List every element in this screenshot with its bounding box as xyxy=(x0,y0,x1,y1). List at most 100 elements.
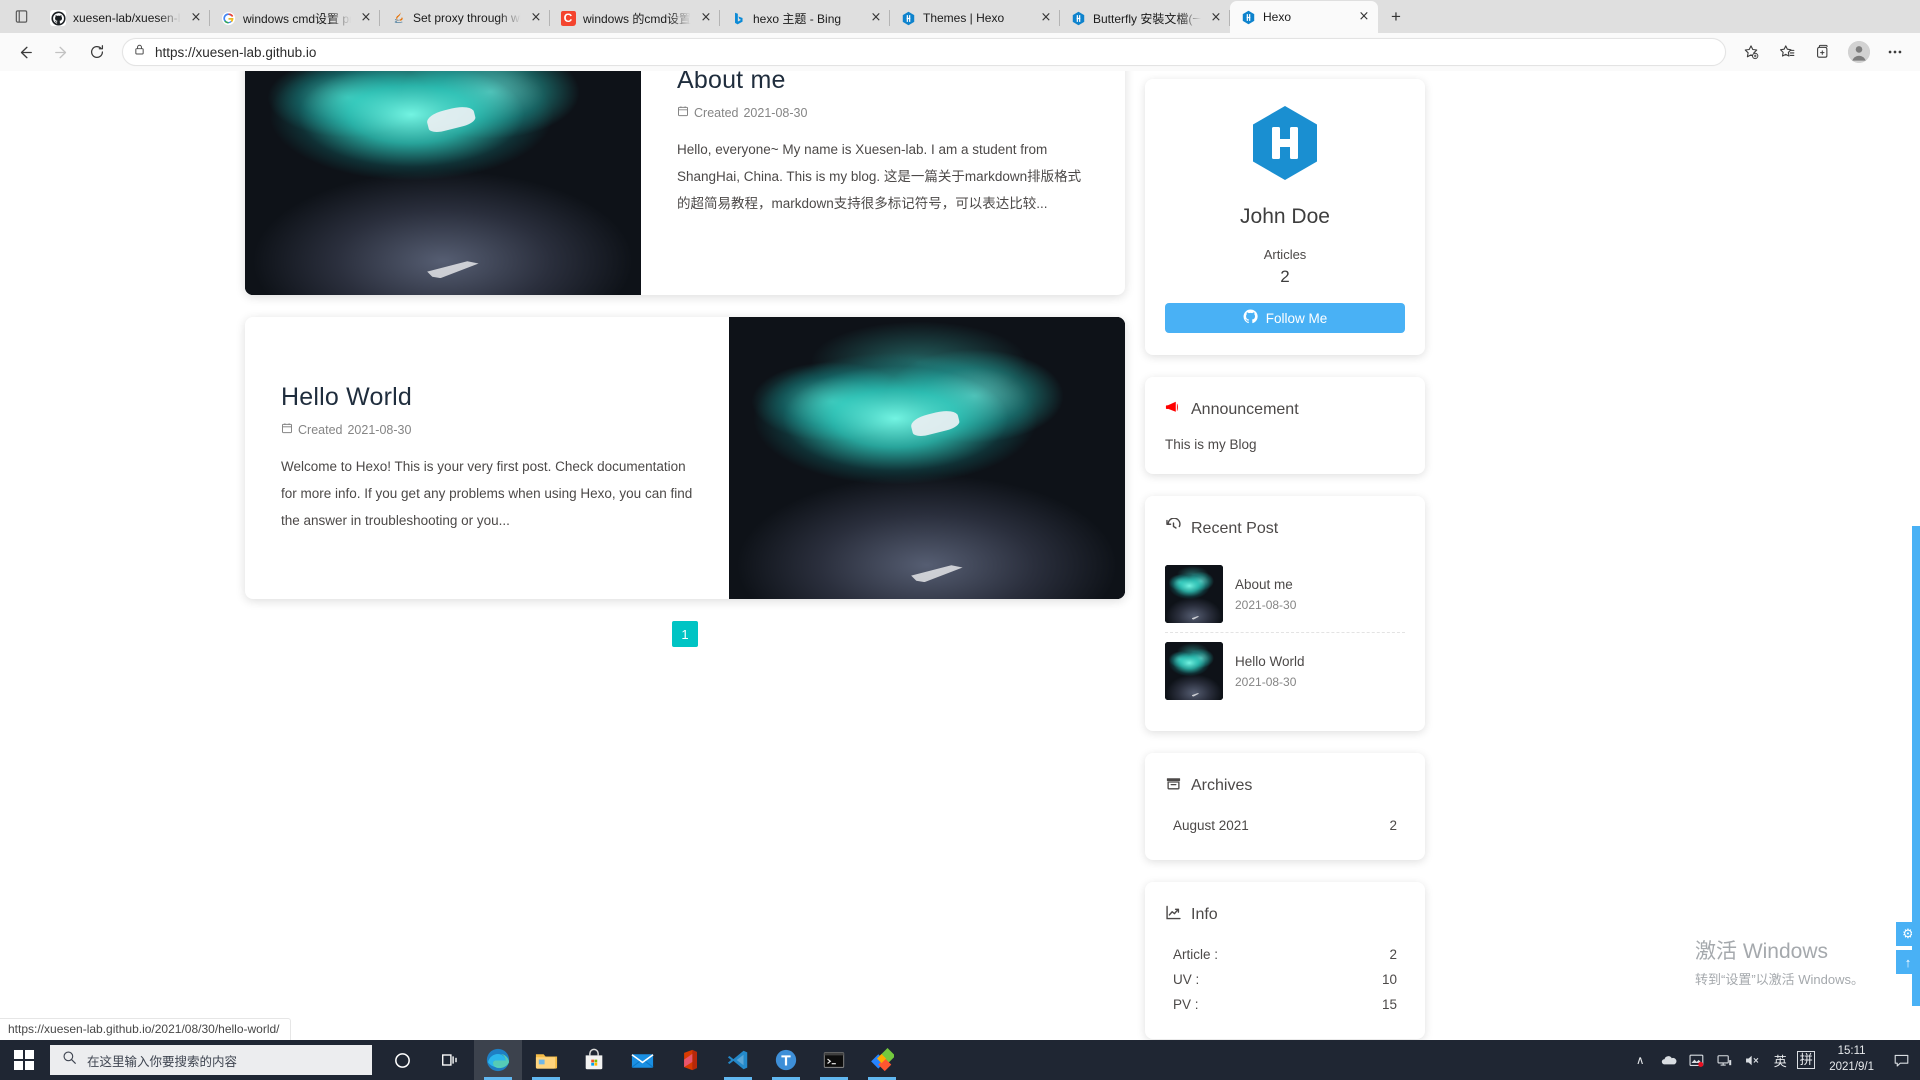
browser-tab[interactable]: hexo 主题 - Bing × xyxy=(720,3,890,33)
taskbar-search-box[interactable]: 在这里输入你要搜索的内容 xyxy=(50,1045,372,1075)
java-icon xyxy=(390,10,406,26)
profile-icon[interactable] xyxy=(1842,37,1876,67)
post-excerpt: Welcome to Hexo! This is your very first… xyxy=(281,459,693,528)
back-button[interactable] xyxy=(8,37,42,67)
recent-post-item[interactable]: About me 2021-08-30 xyxy=(1165,556,1405,632)
recent-post-title: Recent Post xyxy=(1165,517,1405,540)
tab-search-icon[interactable] xyxy=(2,0,40,33)
recent-post-card: Recent Post About me 2021-08-30 Hello Wo… xyxy=(1145,496,1425,731)
favorites-icon[interactable] xyxy=(1770,37,1804,67)
cortana-icon[interactable] xyxy=(378,1040,426,1080)
tab-title: hexo 主题 - Bing xyxy=(753,11,842,26)
terminal-icon[interactable] xyxy=(810,1040,858,1080)
hexo-icon xyxy=(1240,9,1256,25)
ime-language-indicator[interactable]: 英 xyxy=(1769,1051,1791,1070)
page-viewport: About me Created 2021-08-30 Hello, every… xyxy=(0,71,1920,1040)
photos-icon[interactable] xyxy=(1685,1052,1707,1069)
browser-tab[interactable]: windows cmd设置 proxy - Google 搜索 × xyxy=(210,3,380,33)
office-icon[interactable] xyxy=(666,1040,714,1080)
windows-start-icon[interactable] xyxy=(0,1040,48,1080)
bing-icon xyxy=(730,10,746,26)
notification-icon[interactable] xyxy=(1888,1052,1914,1069)
info-row: Article : 2 xyxy=(1165,942,1405,967)
post-title[interactable]: About me xyxy=(677,71,1089,95)
close-icon[interactable]: × xyxy=(358,10,374,26)
info-value: 10 xyxy=(1381,972,1397,987)
post-meta-label: Created xyxy=(694,105,739,120)
reload-button[interactable] xyxy=(80,37,114,67)
history-icon xyxy=(1165,517,1182,540)
post-body: About me Created 2021-08-30 Hello, every… xyxy=(641,71,1125,295)
collections-icon[interactable] xyxy=(1806,37,1840,67)
browser-tab[interactable]: Themes | Hexo × xyxy=(890,3,1060,33)
archive-icon xyxy=(1165,775,1182,797)
vscode-icon[interactable] xyxy=(714,1040,762,1080)
tab-title: windows 的cmd设置代理方法 xyxy=(583,11,691,26)
post-card[interactable]: About me Created 2021-08-30 Hello, every… xyxy=(245,71,1125,295)
scrollbar-thumb[interactable] xyxy=(1912,526,1920,1006)
info-label: Article : xyxy=(1173,947,1219,962)
archive-row[interactable]: August 2021 2 xyxy=(1165,813,1405,838)
toolbar-right-actions xyxy=(1734,37,1912,67)
address-bar[interactable]: https://xuesen-lab.github.io xyxy=(122,38,1726,66)
browser-tab[interactable]: C windows 的cmd设置代理方法 × xyxy=(550,3,720,33)
browser-tab[interactable]: Set proxy through windows cmd × xyxy=(380,3,550,33)
megaphone-icon xyxy=(1165,399,1182,421)
taskbar-clock[interactable]: 15:11 2021/9/1 xyxy=(1821,1044,1882,1075)
post-thumbnail[interactable] xyxy=(729,317,1125,599)
forward-button[interactable] xyxy=(44,37,78,67)
hexo-icon xyxy=(900,10,916,26)
taskbar-search-placeholder: 在这里输入你要搜索的内容 xyxy=(87,1054,238,1069)
close-icon[interactable]: × xyxy=(1208,10,1224,26)
add-favorite-icon[interactable] xyxy=(1734,37,1768,67)
close-icon[interactable]: × xyxy=(1038,10,1054,26)
author-name: John Doe xyxy=(1240,205,1330,228)
post-date: 2021-08-30 xyxy=(347,422,412,437)
ime-mode-indicator[interactable]: 拼 xyxy=(1797,1051,1816,1069)
page-scrollbar[interactable] xyxy=(1912,71,1920,1040)
typora-icon[interactable] xyxy=(762,1040,810,1080)
microsoft-store-icon[interactable] xyxy=(570,1040,618,1080)
info-card: Info Article : 2 UV : 10 PV : 15 xyxy=(1145,882,1425,1039)
post-card[interactable]: Hello World Created 2021-08-30 Welcome t… xyxy=(245,317,1125,599)
close-icon[interactable]: × xyxy=(528,10,544,26)
search-icon xyxy=(62,1050,77,1070)
taskbar-icons xyxy=(378,1040,906,1080)
smoke-photo xyxy=(245,71,641,295)
recent-post-item[interactable]: Hello World 2021-08-30 xyxy=(1165,632,1405,709)
onedrive-icon[interactable] xyxy=(1657,1052,1679,1069)
tab-title: Hexo xyxy=(1263,10,1292,24)
calendar-icon xyxy=(281,422,293,437)
recent-post-title-label[interactable]: About me xyxy=(1235,577,1296,592)
clock-time: 15:11 xyxy=(1837,1045,1866,1058)
network-icon[interactable] xyxy=(1713,1052,1735,1069)
tab-title: xuesen-lab/xuesen-lab.github.io xyxy=(73,11,181,25)
close-icon[interactable]: × xyxy=(698,10,714,26)
edge-icon[interactable] xyxy=(474,1040,522,1080)
post-meta: Created 2021-08-30 xyxy=(281,422,693,437)
watermark-line2: 转到“设置”以激活 Windows。 xyxy=(1694,972,1864,987)
pagination-current-page[interactable]: 1 xyxy=(672,621,698,647)
browser-tab-active[interactable]: Hexo × xyxy=(1230,1,1378,33)
post-title[interactable]: Hello World xyxy=(281,382,693,412)
info-label: PV : xyxy=(1173,997,1199,1012)
file-explorer-icon[interactable] xyxy=(522,1040,570,1080)
new-tab-button[interactable]: + xyxy=(1382,3,1410,31)
more-icon[interactable] xyxy=(1878,37,1912,67)
task-view-icon[interactable] xyxy=(426,1040,474,1080)
browser-tab[interactable]: Butterfly 安裝文檔(一) 快速開始 × xyxy=(1060,3,1230,33)
chevron-up-icon[interactable]: ∧ xyxy=(1629,1053,1651,1067)
close-icon[interactable]: × xyxy=(868,10,884,26)
follow-me-button[interactable]: Follow Me xyxy=(1165,303,1405,333)
close-icon[interactable]: × xyxy=(1356,9,1372,25)
browser-toolbar: https://xuesen-lab.github.io xyxy=(0,33,1920,71)
tab-strip: xuesen-lab/xuesen-lab.github.io × window… xyxy=(0,0,1920,33)
post-thumbnail[interactable] xyxy=(245,71,641,295)
volume-muted-icon[interactable] xyxy=(1741,1052,1763,1069)
browser-tab[interactable]: xuesen-lab/xuesen-lab.github.io × xyxy=(40,3,210,33)
sourcetree-icon[interactable] xyxy=(858,1040,906,1080)
mail-icon[interactable] xyxy=(618,1040,666,1080)
recent-post-title-label[interactable]: Hello World xyxy=(1235,654,1305,669)
close-icon[interactable]: × xyxy=(188,10,204,26)
watermark-line1: 激活 Windows xyxy=(1694,940,1829,963)
